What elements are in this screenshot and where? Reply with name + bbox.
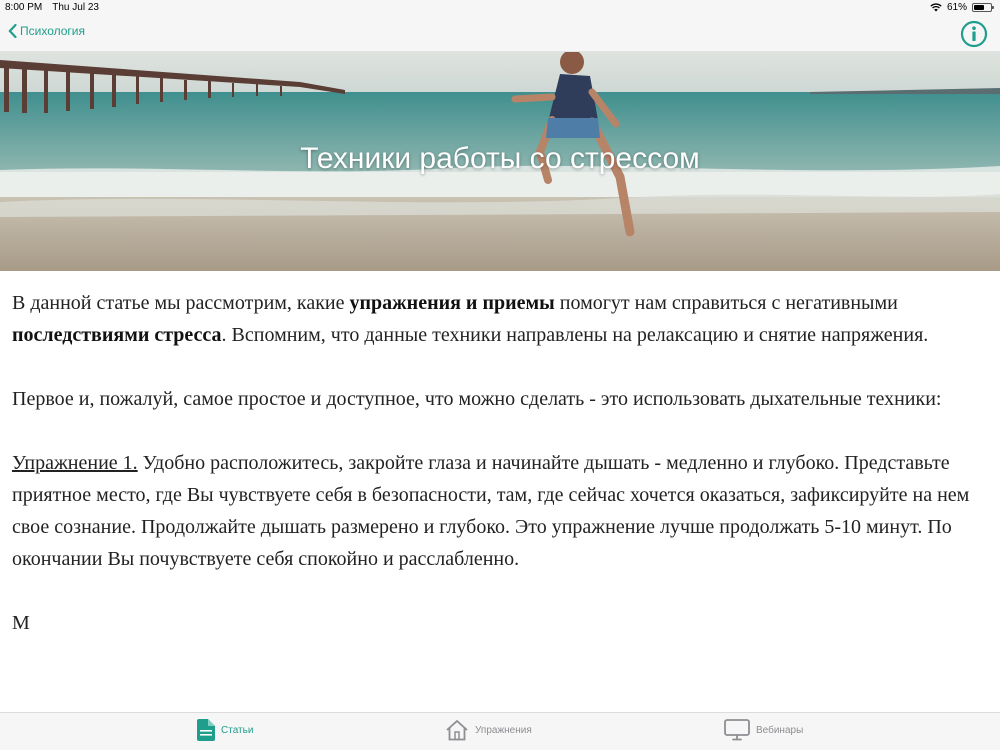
battery-percent: 61%	[946, 2, 967, 13]
monitor-icon	[724, 719, 750, 741]
article-paragraph: Упражнение 1. Удобно расположитесь, закр…	[12, 447, 992, 575]
tab-label: Вебинары	[756, 724, 804, 736]
tab-label: Статьи	[221, 724, 254, 736]
paragraph-text: . Вспомним, что данные техники направлен…	[221, 324, 929, 346]
chevron-left-icon	[8, 24, 17, 38]
info-circle-icon[interactable]	[960, 20, 988, 48]
paragraph-text: Удобно расположитесь, закройте глаза и н…	[12, 452, 970, 570]
document-icon	[197, 719, 215, 741]
battery-fill	[974, 5, 984, 10]
status-time: 8:00 PM	[5, 2, 43, 13]
wifi-icon	[930, 3, 942, 12]
tab-exercises[interactable]: Упражнения	[445, 719, 532, 741]
status-bar: 8:00 PM Thu Jul 23 61%	[0, 0, 1000, 16]
tab-bar: Статьи Упражнения Вебинары	[0, 712, 1000, 750]
paragraph-text: помогут нам справиться с негативными	[554, 292, 898, 314]
tab-articles[interactable]: Статьи	[197, 719, 253, 741]
article-body: В данной статье мы рассмотрим, какие упр…	[12, 287, 992, 712]
house-icon	[446, 720, 468, 741]
bold-text: последствиями стресса	[12, 324, 222, 346]
nav-bar: Психология	[0, 16, 1000, 52]
bold-text: упражнения и приемы	[349, 292, 555, 314]
article-title: Техники работы со стрессом	[300, 142, 700, 175]
article-paragraph: М	[12, 612, 30, 634]
hero-banner: Техники работы со стрессом	[0, 52, 1000, 271]
status-date: Thu Jul 23	[52, 2, 99, 13]
status-right: 61%	[930, 2, 994, 13]
tab-webinars[interactable]: Вебинары	[724, 719, 803, 741]
exercise-heading: Упражнение 1.	[12, 452, 138, 474]
back-button[interactable]: Психология	[8, 24, 85, 38]
back-label: Психология	[20, 24, 85, 38]
paragraph-text: В данной статье мы рассмотрим, какие	[12, 292, 350, 314]
tab-label: Упражнения	[475, 724, 532, 736]
article-paragraph: В данной статье мы рассмотрим, какие упр…	[12, 287, 992, 351]
status-left: 8:00 PM Thu Jul 23	[5, 2, 99, 13]
article-paragraph: Первое и, пожалуй, самое простое и досту…	[12, 388, 942, 410]
battery-icon	[972, 3, 994, 12]
